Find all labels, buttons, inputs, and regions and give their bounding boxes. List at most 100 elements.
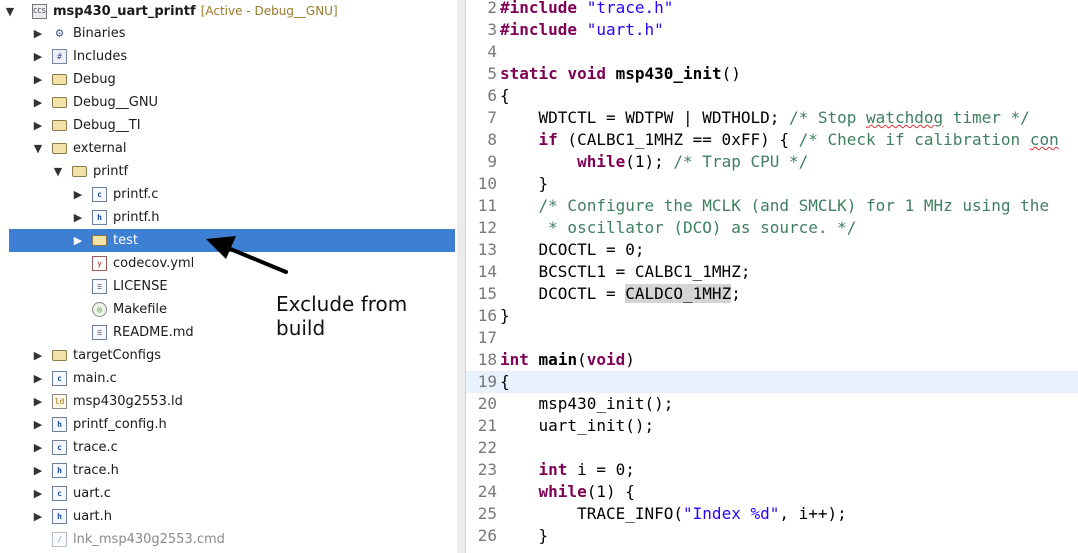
code-text[interactable]: } bbox=[500, 525, 549, 547]
tree-item-linker-script[interactable]: ▶ ld msp430g2553.ld bbox=[0, 390, 456, 413]
tree-item-linker-cmd[interactable]: / lnk_msp430g2553.cmd bbox=[0, 528, 456, 551]
code-line[interactable]: 15 DCOCTL = CALDCO_1MHZ; bbox=[466, 283, 1078, 305]
includes-icon: # bbox=[52, 49, 67, 64]
tree-item-trace-c[interactable]: ▶ c trace.c bbox=[0, 436, 456, 459]
code-text[interactable]: if (CALBC1_1MHZ == 0xFF) { /* Check if c… bbox=[500, 129, 1059, 151]
code-line[interactable]: 14 BCSCTL1 = CALBC1_1MHZ; bbox=[466, 261, 1078, 283]
code-text[interactable]: uart_init(); bbox=[500, 415, 655, 437]
code-text[interactable]: #include "uart.h" bbox=[500, 19, 664, 41]
expand-arrow-icon[interactable]: ▶ bbox=[31, 505, 45, 528]
code-line[interactable]: 16} bbox=[466, 305, 1078, 327]
code-token: int bbox=[538, 460, 568, 479]
expand-arrow-icon[interactable]: ▶ bbox=[71, 229, 85, 252]
tree-item-printf-h[interactable]: ▶ h printf.h bbox=[0, 206, 456, 229]
code-text[interactable]: { bbox=[500, 371, 510, 393]
code-line[interactable]: 26 } bbox=[466, 525, 1078, 547]
expand-arrow-icon[interactable]: ▶ bbox=[31, 114, 45, 137]
code-line[interactable]: 2 #include "trace.h" bbox=[466, 0, 1078, 19]
expand-arrow-icon[interactable]: ▶ bbox=[31, 68, 45, 91]
code-text[interactable]: * oscillator (DCO) as source. */ bbox=[500, 217, 856, 239]
tree-item-printf-folder[interactable]: ▼ printf bbox=[0, 160, 456, 183]
tree-item-printf-config-h[interactable]: ▶ h printf_config.h bbox=[0, 413, 456, 436]
code-line[interactable]: 11 /* Configure the MCLK (and SMCLK) for… bbox=[466, 195, 1078, 217]
code-text[interactable]: WDTCTL = WDTPW | WDTHOLD; /* Stop watchd… bbox=[500, 107, 1030, 129]
code-line[interactable]: 19{ bbox=[466, 371, 1078, 393]
expand-arrow-icon[interactable]: ▶ bbox=[71, 183, 85, 206]
code-text[interactable]: } bbox=[500, 173, 549, 195]
code-token: "trace.h" bbox=[586, 0, 674, 17]
code-line[interactable]: 4 bbox=[466, 41, 1078, 63]
tree-item-printf-c[interactable]: ▶ c printf.c bbox=[0, 183, 456, 206]
code-editor[interactable]: 2 #include "trace.h" 3 #include "uart.h" 4 5 s… bbox=[466, 0, 1078, 553]
code-line[interactable]: 9 while(1); /* Trap CPU */ bbox=[466, 151, 1078, 173]
tree-item-includes[interactable]: ▶ # Includes bbox=[0, 45, 456, 68]
code-text[interactable]: } bbox=[500, 305, 510, 327]
tree-item-debug-gnu[interactable]: ▶ Debug__GNU bbox=[0, 91, 456, 114]
collapse-arrow-icon[interactable]: ▼ bbox=[51, 160, 65, 183]
code-line[interactable]: 10 } bbox=[466, 173, 1078, 195]
expand-arrow-icon[interactable]: ▶ bbox=[31, 45, 45, 68]
tree-item-uart-h[interactable]: ▶ h uart.h bbox=[0, 505, 456, 528]
code-text[interactable]: { bbox=[500, 85, 510, 107]
tree-item-codecov[interactable]: y codecov.yml bbox=[0, 252, 456, 275]
collapse-arrow-icon[interactable]: ▼ bbox=[31, 137, 45, 160]
code-line[interactable]: 24 while(1) { bbox=[466, 481, 1078, 503]
project-root[interactable]: ▼ CCS msp430_uart_printf [Active - Debug_… bbox=[0, 0, 456, 23]
code-text[interactable]: while(1); /* Trap CPU */ bbox=[500, 151, 808, 173]
expand-arrow-icon[interactable]: ▶ bbox=[31, 367, 45, 390]
code-text[interactable]: int i = 0; bbox=[500, 459, 635, 481]
collapse-arrow-icon[interactable]: ▼ bbox=[3, 0, 17, 23]
line-number: 5 bbox=[487, 64, 497, 83]
code-line[interactable]: 6{ bbox=[466, 85, 1078, 107]
code-line[interactable]: 23 int i = 0; bbox=[466, 459, 1078, 481]
code-line[interactable]: 25 TRACE_INFO("Index %d", i++); bbox=[466, 503, 1078, 525]
tree-item-debug-ti[interactable]: ▶ Debug__TI bbox=[0, 114, 456, 137]
expand-arrow-icon[interactable]: ▶ bbox=[31, 91, 45, 114]
tree-item-test[interactable]: ▶ test bbox=[9, 229, 455, 252]
expand-arrow-icon[interactable]: ▶ bbox=[31, 413, 45, 436]
code-line[interactable]: 18 int main(void) bbox=[466, 349, 1078, 371]
code-line[interactable]: 22 bbox=[466, 437, 1078, 459]
code-line[interactable]: 5 static void msp430_init() bbox=[466, 63, 1078, 85]
code-token: (1) { bbox=[586, 482, 635, 501]
expand-arrow-icon[interactable]: ▶ bbox=[31, 459, 45, 482]
expand-arrow-icon[interactable]: ▶ bbox=[31, 390, 45, 413]
code-line[interactable]: 21 uart_init(); bbox=[466, 415, 1078, 437]
code-line[interactable]: 3 #include "uart.h" bbox=[466, 19, 1078, 41]
code-line[interactable]: 12 * oscillator (DCO) as source. */ bbox=[466, 217, 1078, 239]
tree-item-external[interactable]: ▼ external bbox=[0, 137, 456, 160]
tree-item-trace-h[interactable]: ▶ h trace.h bbox=[0, 459, 456, 482]
tree-item-main-c[interactable]: ▶ c main.c bbox=[0, 367, 456, 390]
view-splitter[interactable] bbox=[457, 0, 466, 553]
expand-arrow-icon[interactable]: ▶ bbox=[31, 22, 45, 45]
code-text[interactable]: msp430_init(); bbox=[500, 393, 674, 415]
tree-item-debug[interactable]: ▶ Debug bbox=[0, 68, 456, 91]
expand-arrow-icon[interactable]: ▶ bbox=[71, 206, 85, 229]
code-text[interactable]: int main(void) bbox=[500, 349, 635, 371]
code-text[interactable]: TRACE_INFO("Index %d", i++); bbox=[500, 503, 847, 525]
code-token: WDTCTL = WDTPW | WDTHOLD; bbox=[500, 108, 789, 127]
tree-item-targetconfigs[interactable]: ▶ targetConfigs bbox=[0, 344, 456, 367]
code-text[interactable]: static void msp430_init() bbox=[500, 63, 741, 85]
code-text[interactable]: BCSCTL1 = CALBC1_1MHZ; bbox=[500, 261, 751, 283]
code-text[interactable]: /* Configure the MCLK (and SMCLK) for 1 … bbox=[500, 195, 1050, 217]
code-token: "Index %d" bbox=[683, 504, 780, 523]
code-text[interactable]: while(1) { bbox=[500, 481, 635, 503]
code-text[interactable]: DCOCTL = CALDCO_1MHZ; bbox=[500, 283, 741, 305]
line-number: 3 bbox=[487, 20, 497, 39]
expand-arrow-icon[interactable]: ▶ bbox=[31, 482, 45, 505]
code-text[interactable]: DCOCTL = 0; bbox=[500, 239, 645, 261]
code-line[interactable]: 13 DCOCTL = 0; bbox=[466, 239, 1078, 261]
code-line[interactable]: 8 if (CALBC1_1MHZ == 0xFF) { /* Check if… bbox=[466, 129, 1078, 151]
code-token: watchdog bbox=[866, 108, 944, 127]
expand-arrow-icon[interactable]: ▶ bbox=[31, 344, 45, 367]
code-token: void bbox=[567, 64, 606, 83]
expand-arrow-icon[interactable]: ▶ bbox=[31, 436, 45, 459]
tree-item-uart-c[interactable]: ▶ c uart.c bbox=[0, 482, 456, 505]
code-line[interactable]: 20 msp430_init(); bbox=[466, 393, 1078, 415]
code-text[interactable]: #include "trace.h" bbox=[500, 0, 673, 19]
code-line[interactable]: 17 bbox=[466, 327, 1078, 349]
code-line[interactable]: 7 WDTCTL = WDTPW | WDTHOLD; /* Stop watc… bbox=[466, 107, 1078, 129]
tree-item-binaries[interactable]: ▶ ⚙ Binaries bbox=[0, 22, 456, 45]
